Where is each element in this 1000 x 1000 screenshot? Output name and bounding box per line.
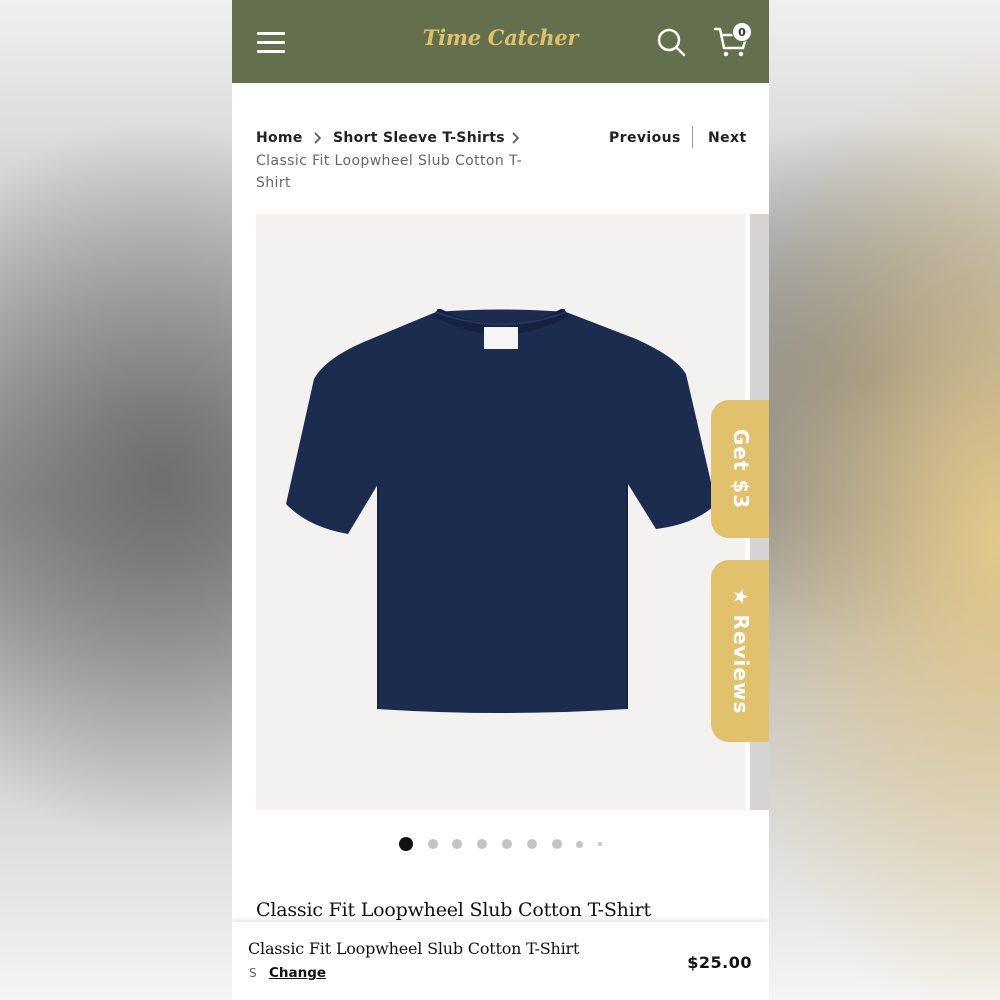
gallery-dot[interactable] — [598, 842, 603, 846]
gallery-dot[interactable] — [551, 839, 562, 849]
reviews-label: Reviews — [729, 614, 753, 715]
selected-size: S — [249, 966, 257, 980]
get-reward-label: Get $3 — [729, 428, 753, 510]
sticky-product-title: Classic Fit Loopwheel Slub Cotton T-Shir… — [248, 939, 580, 958]
gallery-dot[interactable] — [526, 839, 537, 849]
chevron-right-icon — [314, 132, 322, 144]
gallery-dot[interactable] — [576, 840, 584, 848]
sticky-product-bar: Classic Fit Loopwheel Slub Cotton T-Shir… — [232, 922, 769, 1000]
breadcrumb-home[interactable]: Home — [256, 130, 303, 146]
mobile-page: Time Catcher 0 Home Short Sleeve T-Shirt… — [232, 0, 769, 1000]
divider — [692, 126, 693, 148]
store-logo[interactable]: Time Catcher — [232, 25, 769, 50]
chevron-right-icon — [512, 132, 520, 144]
cart-count-badge: 0 — [732, 22, 752, 42]
breadcrumb-current: Classic Fit Loopwheel Slub Cotton T-Shir… — [256, 153, 523, 191]
gallery-dot[interactable] — [398, 837, 413, 851]
search-icon[interactable] — [656, 27, 686, 57]
site-header: Time Catcher 0 — [232, 0, 769, 83]
product-title: Classic Fit Loopwheel Slub Cotton T-Shir… — [256, 899, 651, 921]
navy-tshirt-image — [286, 309, 716, 713]
gallery-dot[interactable] — [427, 839, 438, 849]
gallery-dot[interactable] — [502, 839, 512, 849]
gallery-dot[interactable] — [452, 839, 463, 849]
change-variant-link[interactable]: Change — [269, 965, 326, 981]
gallery-dot[interactable] — [477, 839, 488, 849]
reviews-tab-content: ★ Reviews — [729, 588, 753, 715]
product-price: $25.00 — [687, 953, 752, 972]
get-reward-tab[interactable]: Get $3 — [711, 400, 769, 538]
reviews-tab[interactable]: ★ Reviews — [711, 560, 769, 742]
star-icon: ★ — [729, 587, 753, 607]
next-product-link[interactable]: Next — [708, 130, 747, 146]
previous-product-link[interactable]: Previous — [609, 130, 681, 146]
gallery-pagination — [232, 837, 769, 851]
breadcrumb-short-sleeve[interactable]: Short Sleeve T-Shirts — [333, 130, 505, 146]
product-image[interactable] — [256, 214, 745, 810]
